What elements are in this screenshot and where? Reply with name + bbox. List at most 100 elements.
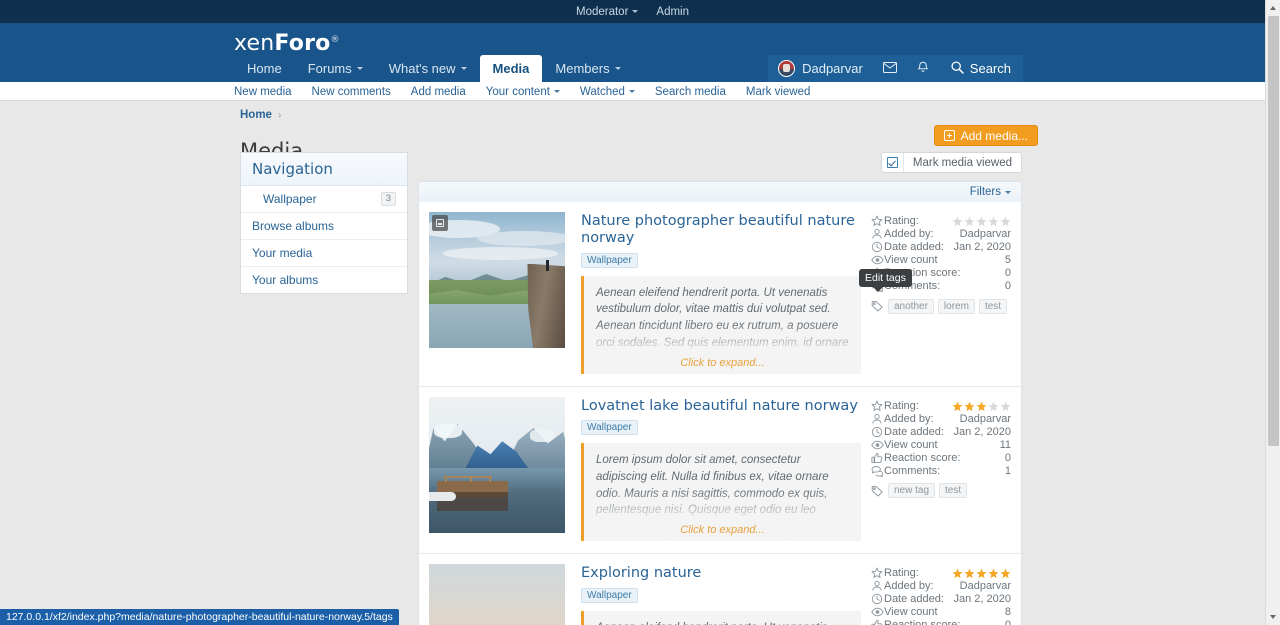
sidebar-item-your-media[interactable]: Your media (241, 240, 407, 267)
star-outline-icon (871, 400, 884, 412)
search-button[interactable]: Search (939, 55, 1023, 82)
media-thumbnail[interactable] (429, 397, 565, 533)
staffbar-item-admin[interactable]: Admin (656, 6, 689, 18)
mark-viewed-checkbox[interactable] (882, 153, 904, 172)
media-tag-row[interactable]: another lorem test (871, 299, 1011, 314)
stat-value: Dadparvar (960, 580, 1011, 592)
sidebar-item-your-albums[interactable]: Your albums (241, 267, 407, 293)
tag-pill[interactable]: new tag (888, 483, 935, 498)
tag-pill[interactable]: another (888, 299, 934, 314)
nav-item-members[interactable]: Members (542, 55, 633, 82)
nav-item-media[interactable]: Media (480, 55, 543, 82)
media-stats-panel: Rating:Added by:DadparvarDate added:Jan … (871, 564, 1011, 625)
media-description-box[interactable]: Aenean eleifend hendrerit porta. Ut vene… (581, 276, 861, 374)
rating-stars[interactable] (952, 568, 1011, 579)
stat-row: Date added:Jan 2, 2020 (871, 241, 1011, 254)
media-thumbnail-link[interactable] (429, 564, 565, 625)
add-media-button[interactable]: Add media... (934, 125, 1038, 146)
media-tag-row[interactable]: new tag test (871, 483, 1011, 498)
filters-button[interactable]: Filters (970, 186, 1011, 198)
media-main: Exploring nature Wallpaper Aenean eleifend… (565, 564, 871, 625)
media-title-link[interactable]: Exploring nature (581, 565, 861, 582)
stat-row: Comments:1 (871, 465, 1011, 478)
subnav-item-add-media[interactable]: Add media (401, 86, 476, 98)
site-logo[interactable]: xenForo® (234, 31, 340, 56)
status-bar: 127.0.0.1/xf2/index.php?media/nature-pho… (0, 609, 399, 625)
media-title-link[interactable]: Lovatnet lake beautiful nature norway (581, 398, 861, 415)
scroll-down-icon[interactable] (1266, 610, 1280, 625)
media-description-text: Aenean eleifend hendrerit porta. Ut vene… (596, 620, 849, 625)
nav-item-forums[interactable]: Forums (295, 55, 376, 82)
inbox-button[interactable] (873, 55, 907, 82)
nav-item-label: Forums (308, 61, 352, 76)
stat-row: View count5 (871, 254, 1011, 267)
nav-item-label: Media (493, 61, 530, 76)
scrollbar-thumb[interactable] (1268, 16, 1279, 446)
staffbar-item-moderator[interactable]: Moderator (576, 6, 638, 18)
breadcrumb-separator: › (278, 110, 281, 121)
sidebar-item-count: 3 (381, 192, 396, 206)
stat-label: View count (884, 254, 1005, 266)
chevron-down-icon (1005, 191, 1011, 194)
album-badge[interactable]: Wallpaper (581, 420, 638, 435)
rating-stars[interactable] (952, 401, 1011, 412)
subnav-item-watched[interactable]: Watched (570, 86, 645, 98)
tag-pill[interactable]: test (939, 483, 967, 498)
thumbs-up-icon (871, 452, 884, 464)
mark-media-viewed-button[interactable]: Mark media viewed (881, 152, 1022, 173)
click-to-expand-link[interactable]: Click to expand... (584, 524, 861, 536)
stat-row: Added by:Dadparvar (871, 413, 1011, 426)
nav-item-what-s-new[interactable]: What's new (376, 55, 480, 82)
eye-icon (871, 606, 884, 618)
stat-value: Jan 2, 2020 (954, 593, 1012, 605)
subnav-item-new-media[interactable]: New media (234, 86, 302, 98)
sidebar-item-wallpaper[interactable]: Wallpaper3 (241, 186, 407, 213)
subnav-item-label: Search media (655, 86, 726, 98)
status-bar-url: 127.0.0.1/xf2/index.php?media/nature-pho… (6, 611, 393, 623)
stat-value: 11 (1000, 439, 1011, 451)
subnav-item-new-comments[interactable]: New comments (302, 86, 401, 98)
subnav-item-label: Mark viewed (746, 86, 811, 98)
stat-row: Added by:Dadparvar (871, 228, 1011, 241)
rating-stars[interactable] (952, 216, 1011, 227)
media-thumbnail[interactable] (429, 564, 565, 625)
alerts-button[interactable] (907, 55, 939, 82)
album-badge[interactable]: Wallpaper (581, 588, 638, 603)
sidebar-item-browse-albums[interactable]: Browse albums (241, 213, 407, 240)
stat-value: 8 (1005, 606, 1011, 618)
subnav-item-label: Add media (411, 86, 466, 98)
chevron-down-icon (554, 90, 560, 93)
tag-pill[interactable]: test (979, 299, 1007, 314)
bell-icon (917, 61, 929, 77)
nav-item-label: What's new (389, 61, 456, 76)
media-thumbnail-link[interactable] (429, 397, 565, 533)
media-thumbnail[interactable] (429, 212, 565, 348)
thumbnail-image (429, 397, 565, 533)
page-scrollbar[interactable] (1265, 0, 1280, 625)
stat-value: Dadparvar (960, 413, 1011, 425)
media-title-link[interactable]: Nature photographer beautiful nature nor… (581, 213, 861, 248)
user-icon (871, 580, 884, 592)
click-to-expand-link[interactable]: Click to expand... (584, 357, 861, 369)
stat-label: Rating: (884, 215, 952, 227)
star-outline-icon (871, 215, 884, 227)
breadcrumb-home[interactable]: Home (240, 109, 272, 121)
user-menu-button[interactable]: Dadparvar (768, 55, 873, 82)
media-thumbnail-link[interactable] (429, 212, 565, 348)
tag-pill[interactable]: lorem (938, 299, 975, 314)
media-content-column: Mark media viewed Filters Nature photogr… (418, 152, 1022, 625)
album-badge[interactable]: Wallpaper (581, 253, 638, 268)
stat-label: Rating: (884, 400, 952, 412)
subnav-item-label: New comments (312, 86, 391, 98)
media-description-box[interactable]: Aenean eleifend hendrerit porta. Ut vene… (581, 611, 861, 625)
media-description-box[interactable]: Lorem ipsum dolor sit amet, consectetur … (581, 443, 861, 541)
chevron-down-icon (461, 67, 467, 70)
subnav-item-mark-viewed[interactable]: Mark viewed (736, 86, 821, 98)
avatar (778, 60, 795, 77)
nav-item-home[interactable]: Home (234, 55, 295, 82)
subnav-item-search-media[interactable]: Search media (645, 86, 736, 98)
scroll-up-icon[interactable] (1266, 0, 1280, 15)
subnav-item-your-content[interactable]: Your content (476, 86, 570, 98)
stat-label: Date added: (884, 241, 954, 253)
browser-page: Moderator Admin xenForo® Home Forums What's… (0, 0, 1280, 625)
